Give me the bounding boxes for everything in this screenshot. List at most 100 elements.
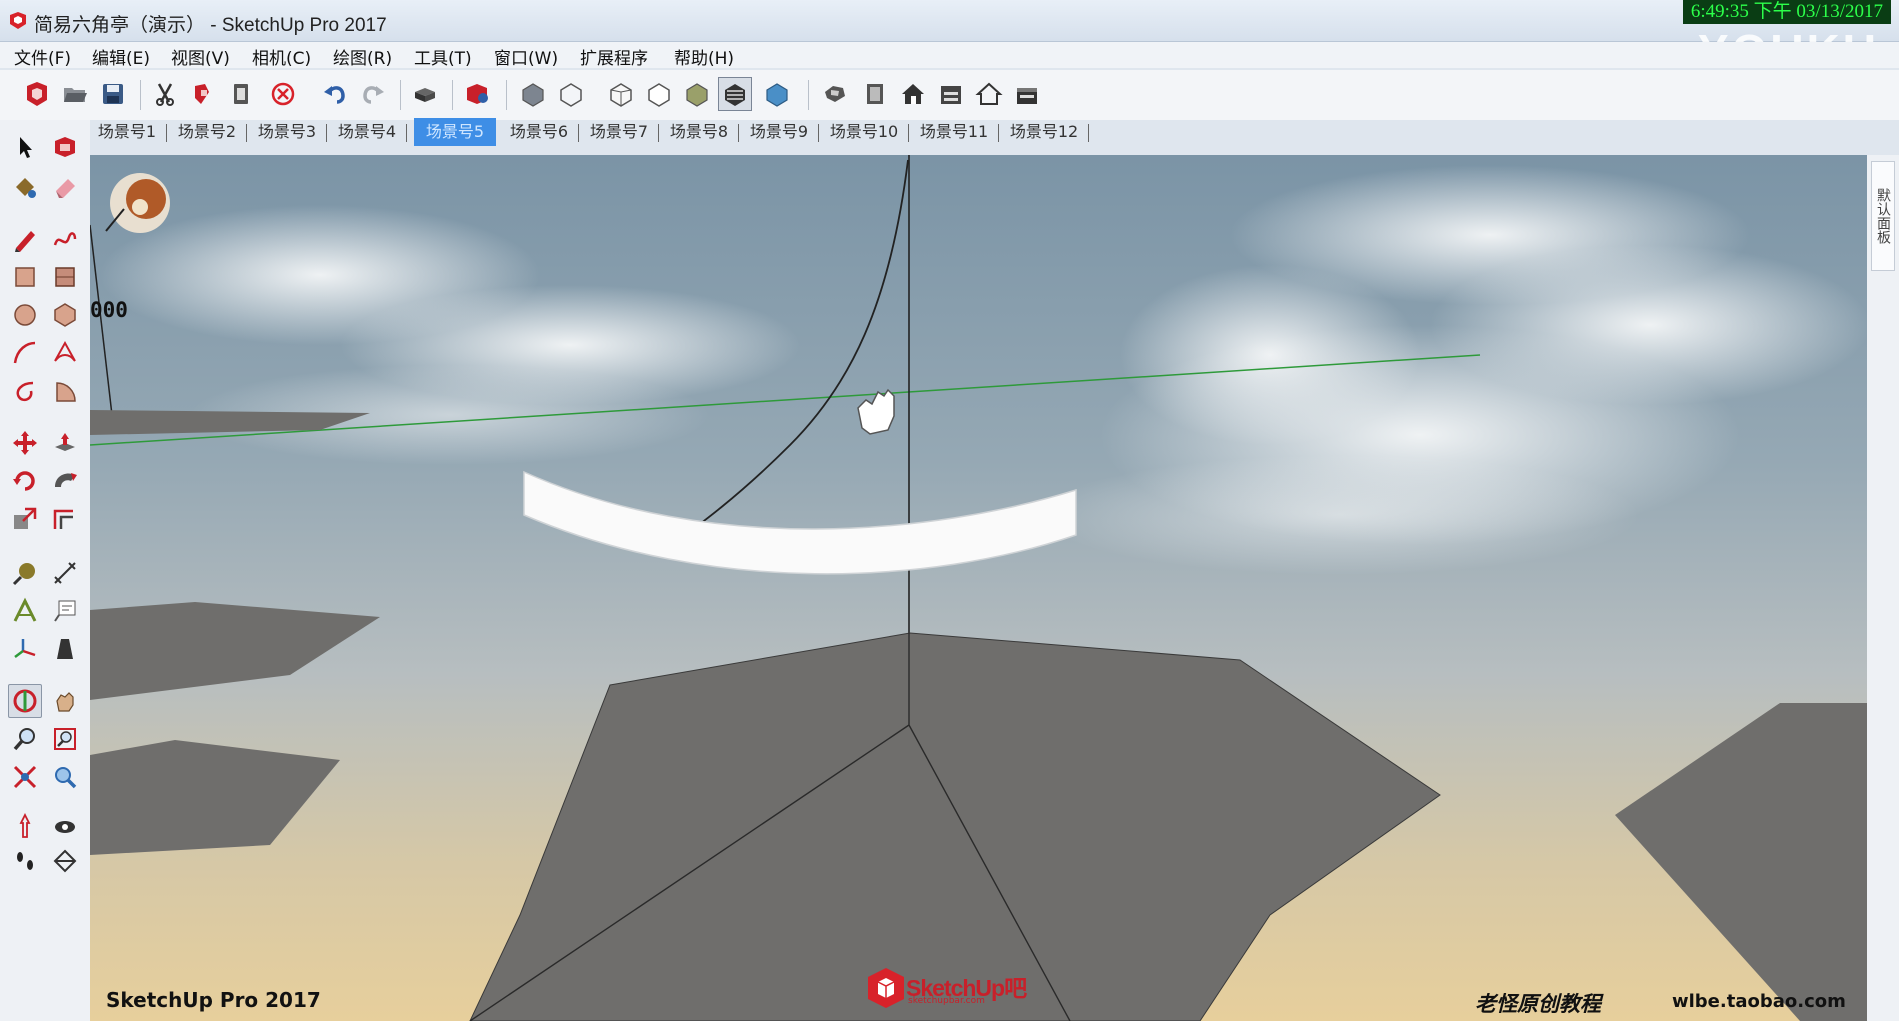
text-tool-button[interactable] — [48, 594, 82, 628]
move-tool-button[interactable] — [8, 426, 42, 460]
wireframe-style-button[interactable] — [554, 77, 588, 111]
axes-tool-button[interactable] — [8, 632, 42, 666]
scene-tab-12[interactable]: 场景号12 — [1002, 118, 1086, 146]
left-tool-palette — [0, 120, 90, 1021]
tab-separator — [658, 124, 659, 142]
arc-tool-button[interactable] — [8, 336, 42, 370]
scene-tab-7[interactable]: 场景号7 — [582, 118, 656, 146]
model-viewport[interactable]: 000 SketchUp Pro 2017 老怪原创教程 wlbe.taobao… — [90, 155, 1867, 1021]
front-view-button[interactable] — [896, 77, 930, 111]
model-info-button[interactable] — [460, 77, 494, 111]
orbit-tool-button[interactable] — [8, 684, 42, 718]
zoom-window-button[interactable] — [48, 722, 82, 756]
make-component-button[interactable] — [48, 130, 82, 164]
measurement-label: 000 — [90, 298, 128, 322]
scene-tab-4[interactable]: 场景号4 — [330, 118, 404, 146]
undo-button[interactable] — [318, 77, 352, 111]
clock-overlay: 6:49:35 下午 03/13/2017 — [1682, 0, 1891, 24]
scene-tab-8[interactable]: 场景号8 — [662, 118, 736, 146]
two-point-arc-button[interactable] — [48, 336, 82, 370]
iso-view-button[interactable] — [818, 77, 852, 111]
select-tool-button[interactable] — [8, 130, 42, 164]
menu-view[interactable]: 视图(V) — [171, 44, 230, 69]
scene-tab-6[interactable]: 场景号6 — [502, 118, 576, 146]
scene-tab-5[interactable]: 场景号5 — [414, 118, 496, 146]
push-pull-button[interactable] — [48, 426, 82, 460]
scale-tool-button[interactable] — [8, 502, 42, 536]
hidden-line-alt-button[interactable] — [642, 77, 676, 111]
redo-button[interactable] — [356, 77, 390, 111]
menu-window[interactable]: 窗口(W) — [494, 44, 558, 69]
zoom-extents-button[interactable] — [8, 760, 42, 794]
sketchup-app-icon[interactable] — [8, 12, 28, 30]
axes-icon — [14, 639, 36, 658]
3d-text-button[interactable] — [48, 632, 82, 666]
menu-extensions[interactable]: 扩展程序 — [580, 44, 648, 69]
shaded-texture-style-icon — [725, 84, 745, 106]
left-view-icon — [1017, 88, 1037, 104]
menu-tools[interactable]: 工具(T) — [414, 44, 472, 69]
circle-tool-button[interactable] — [8, 298, 42, 332]
iso-view-icon — [825, 86, 845, 102]
back-view-button[interactable] — [972, 77, 1006, 111]
new-model-button[interactable] — [20, 77, 54, 111]
polygon-tool-button[interactable] — [48, 298, 82, 332]
pan-tool-button[interactable] — [48, 684, 82, 718]
rotate-tool-button[interactable] — [8, 464, 42, 498]
scene-tab-10[interactable]: 场景号10 — [822, 118, 906, 146]
cut-button[interactable] — [148, 77, 182, 111]
rectangle-tool-button[interactable] — [8, 260, 42, 294]
left-view-button[interactable] — [1010, 77, 1044, 111]
right-view-button[interactable] — [934, 77, 968, 111]
copy-button[interactable] — [186, 77, 220, 111]
hidden-line-style-icon — [610, 83, 632, 107]
menu-edit[interactable]: 编辑(E) — [92, 44, 150, 69]
hidden-line-style-button[interactable] — [604, 77, 638, 111]
offset-tool-button[interactable] — [48, 502, 82, 536]
print-button[interactable] — [408, 77, 442, 111]
save-button[interactable] — [96, 77, 130, 111]
shaded-style-button[interactable] — [680, 77, 714, 111]
shaded-texture-style-button[interactable] — [718, 77, 752, 111]
follow-me-button[interactable] — [48, 464, 82, 498]
pie-tool-button[interactable] — [48, 374, 82, 408]
scene-tab-9[interactable]: 场景号9 — [742, 118, 816, 146]
menu-draw[interactable]: 绘图(R) — [333, 44, 392, 69]
protractor-button[interactable] — [8, 594, 42, 628]
sketchup-logo-icon — [868, 968, 904, 1008]
text-label-icon — [54, 600, 76, 622]
monochrome-style-button[interactable] — [760, 77, 794, 111]
scene-tab-1[interactable]: 场景号1 — [90, 118, 164, 146]
section-plane-button[interactable] — [48, 844, 82, 878]
walk-tool-button[interactable] — [8, 844, 42, 878]
default-tray-tab[interactable]: 默认面板 — [1871, 161, 1895, 271]
offset-icon — [53, 509, 73, 529]
scene-tab-2[interactable]: 场景号2 — [170, 118, 244, 146]
paste-button[interactable] — [224, 77, 258, 111]
tab-separator — [406, 124, 407, 142]
three-point-arc-button[interactable] — [8, 374, 42, 408]
menu-file[interactable]: 文件(F) — [14, 44, 71, 69]
zoom-tool-button[interactable] — [8, 722, 42, 756]
menu-help[interactable]: 帮助(H) — [674, 44, 734, 69]
xray-style-button[interactable] — [516, 77, 550, 111]
top-view-button[interactable] — [858, 77, 892, 111]
move-icon — [13, 431, 37, 455]
position-camera-button[interactable] — [8, 810, 42, 844]
menu-camera[interactable]: 相机(C) — [252, 44, 311, 69]
line-tool-button[interactable] — [8, 222, 42, 256]
rotated-rectangle-button[interactable] — [48, 260, 82, 294]
paint-bucket-button[interactable] — [8, 170, 42, 204]
eraser-tool-button[interactable] — [48, 170, 82, 204]
rectangle-icon — [15, 267, 35, 287]
dimension-tool-button[interactable] — [48, 556, 82, 590]
previous-view-button[interactable] — [48, 760, 82, 794]
3d-text-icon — [57, 639, 73, 659]
scene-tab-11[interactable]: 场景号11 — [912, 118, 996, 146]
tape-measure-button[interactable] — [8, 556, 42, 590]
open-button[interactable] — [58, 77, 92, 111]
erase-button[interactable] — [266, 77, 300, 111]
look-around-button[interactable] — [48, 810, 82, 844]
freehand-tool-button[interactable] — [48, 222, 82, 256]
scene-tab-3[interactable]: 场景号3 — [250, 118, 324, 146]
